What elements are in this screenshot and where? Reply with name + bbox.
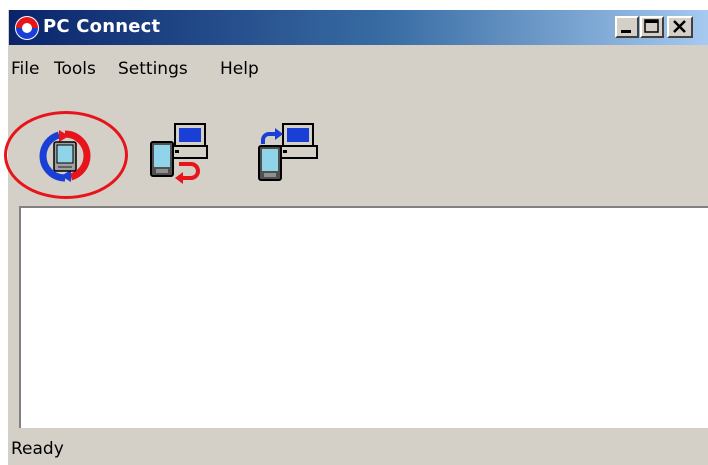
status-text: Ready bbox=[11, 439, 64, 459]
window-title: PC Connect bbox=[43, 16, 161, 37]
pc-to-device-button[interactable] bbox=[255, 120, 319, 188]
menu-help[interactable]: Help bbox=[220, 59, 259, 79]
device-to-pc-icon bbox=[150, 123, 208, 184]
sync-button[interactable] bbox=[37, 128, 93, 188]
sync-icon bbox=[39, 130, 91, 182]
menu-settings[interactable]: Settings bbox=[118, 59, 188, 79]
title-bar[interactable]: PC Connect bbox=[9, 10, 708, 45]
menu-tools[interactable]: Tools bbox=[54, 59, 96, 79]
pc-to-device-icon bbox=[258, 123, 318, 181]
app-window: PC Connect File Tools Settings Help Read… bbox=[4, 10, 708, 465]
toolbar bbox=[4, 90, 708, 200]
maximize-button[interactable] bbox=[640, 16, 664, 38]
maximize-icon bbox=[644, 19, 659, 33]
menu-file[interactable]: File bbox=[11, 59, 39, 79]
menu-bar: File Tools Settings Help bbox=[9, 45, 708, 90]
close-button[interactable] bbox=[667, 16, 693, 38]
app-logo-icon bbox=[15, 16, 39, 40]
minimize-icon bbox=[621, 30, 631, 33]
close-icon bbox=[673, 20, 686, 33]
device-to-pc-button[interactable] bbox=[149, 120, 209, 188]
minimize-button[interactable] bbox=[615, 16, 639, 38]
status-bar: Ready bbox=[9, 430, 708, 465]
log-pane[interactable] bbox=[19, 206, 708, 428]
